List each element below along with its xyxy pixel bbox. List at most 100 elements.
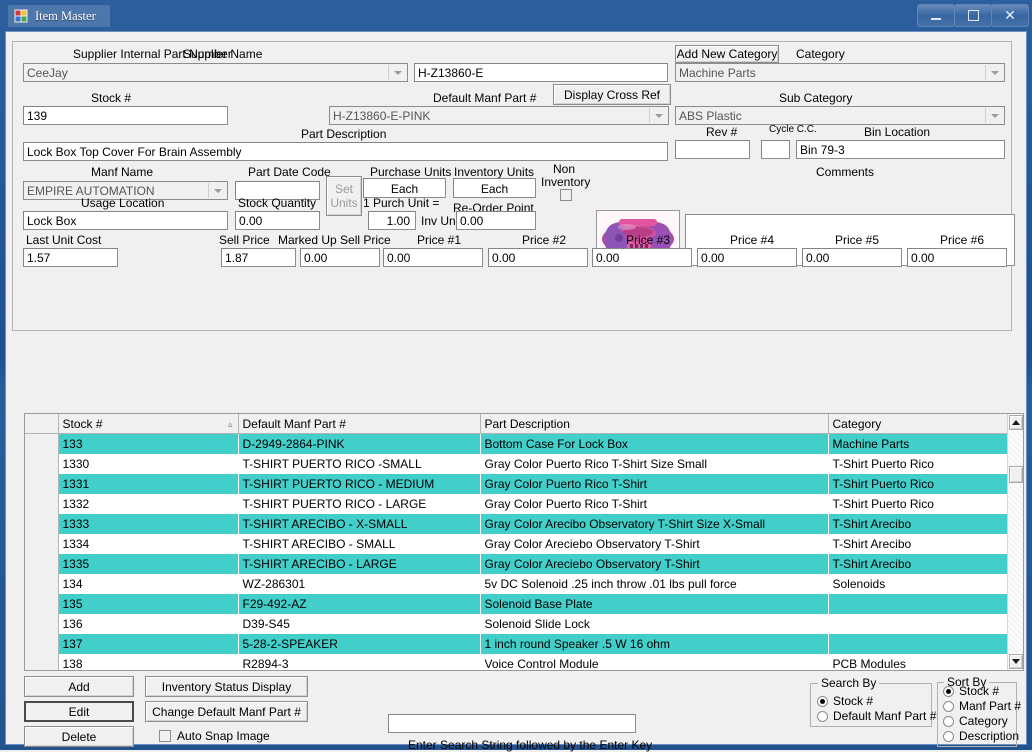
add-button[interactable]: Add (24, 676, 134, 697)
purch-unit-conversion-input[interactable]: 1.00 (368, 211, 416, 230)
price1-input[interactable]: 0.00 (383, 248, 483, 267)
display-cross-ref-button[interactable]: Display Cross Ref (553, 84, 671, 105)
bin-location-value: Bin 79-3 (800, 143, 845, 157)
default-manf-part-number-combo[interactable]: H-Z13860-E-PINK (329, 106, 669, 125)
row-selector-cell[interactable] (25, 574, 58, 594)
edit-button[interactable]: Edit (24, 701, 134, 722)
column-header-default-manf-part[interactable]: Default Manf Part # (238, 414, 480, 434)
inventory-units-input[interactable]: Each (453, 178, 536, 198)
purchase-units-input[interactable]: Each (363, 178, 446, 198)
table-row[interactable]: 1331T-SHIRT PUERTO RICO - MEDIUMGray Col… (25, 474, 1008, 494)
row-selector-cell[interactable] (25, 634, 58, 654)
row-selector-cell[interactable] (25, 494, 58, 514)
cell-default-manf-part: F29-492-AZ (238, 594, 480, 614)
price3-input[interactable]: 0.00 (592, 248, 692, 267)
cell-stock-number: 136 (58, 614, 238, 634)
table-row[interactable]: 1333T-SHIRT ARECIBO - X-SMALLGray Color … (25, 514, 1008, 534)
sort-by-description-radio[interactable] (943, 731, 954, 742)
row-selector-cell[interactable] (25, 434, 58, 455)
bin-location-input[interactable]: Bin 79-3 (796, 140, 1005, 159)
part-description-input[interactable]: Lock Box Top Cover For Brain Assembly (23, 142, 668, 161)
table-row[interactable]: 1332T-SHIRT PUERTO RICO - LARGEGray Colo… (25, 494, 1008, 514)
close-button[interactable]: ✕ (991, 4, 1029, 27)
reorder-point-input[interactable]: 0.00 (456, 211, 536, 230)
table-row[interactable]: 138R2894-3Voice Control ModulePCB Module… (25, 654, 1008, 671)
price4-input[interactable]: 0.00 (697, 248, 797, 267)
sort-by-description-label: Description (959, 729, 1019, 743)
table-row[interactable]: 1335T-SHIRT ARECIBO - LARGEGray Color Ar… (25, 554, 1008, 574)
table-row[interactable]: 136D39-S45Solenoid Slide Lock (25, 614, 1008, 634)
scroll-down-button[interactable] (1009, 654, 1023, 669)
change-default-manf-part-button[interactable]: Change Default Manf Part # (145, 701, 308, 722)
category-combo[interactable]: Machine Parts (675, 63, 1005, 82)
price6-input[interactable]: 0.00 (907, 248, 1007, 267)
set-units-button[interactable]: Set Units (326, 176, 362, 216)
sell-price-value: 1.87 (225, 251, 248, 265)
chevron-down-icon[interactable] (208, 183, 226, 198)
row-selector-cell[interactable] (25, 474, 58, 494)
price4-label: Price #4 (730, 233, 774, 247)
price2-input[interactable]: 0.00 (488, 248, 588, 267)
search-input[interactable] (388, 714, 636, 733)
table-row[interactable]: 1334T-SHIRT ARECIBO - SMALLGray Color Ar… (25, 534, 1008, 554)
search-by-stock-number-radio[interactable] (817, 696, 828, 707)
chevron-down-icon[interactable] (985, 65, 1003, 80)
cell-stock-number: 1334 (58, 534, 238, 554)
scrollbar-track[interactable] (1008, 431, 1023, 653)
inventory-status-display-button[interactable]: Inventory Status Display (145, 676, 308, 697)
sort-by-manf-part-radio[interactable] (943, 701, 954, 712)
sort-ascending-icon: ▵ (228, 419, 233, 430)
minimize-button[interactable] (917, 4, 955, 27)
scroll-up-button[interactable] (1009, 415, 1023, 430)
chevron-down-icon[interactable] (388, 65, 406, 80)
column-header-part-description[interactable]: Part Description (480, 414, 828, 434)
item-data-grid[interactable]: Stock # ▵ Default Manf Part # Part Descr… (24, 413, 1024, 671)
auto-snap-image-checkbox[interactable] (159, 730, 171, 742)
table-row[interactable]: 135F29-492-AZSolenoid Base Plate (25, 594, 1008, 614)
chevron-down-icon[interactable] (649, 108, 667, 123)
add-button-label: Add (68, 680, 89, 694)
stock-number-input[interactable]: 139 (23, 106, 228, 125)
supplier-internal-part-number-label: Supplier Internal Part Number (73, 47, 232, 61)
row-selector-cell[interactable] (25, 454, 58, 474)
sell-price-input[interactable]: 1.87 (221, 248, 296, 267)
maximize-button[interactable] (954, 4, 992, 27)
cycle-cc-input[interactable] (761, 140, 790, 159)
stock-quantity-input[interactable]: 0.00 (235, 211, 320, 230)
add-new-category-button[interactable]: Add New Category (675, 45, 779, 63)
chevron-down-icon[interactable] (985, 108, 1003, 123)
row-selector-cell[interactable] (25, 534, 58, 554)
row-selector-cell[interactable] (25, 654, 58, 671)
row-selector-cell[interactable] (25, 514, 58, 534)
row-selector-cell[interactable] (25, 594, 58, 614)
supplier-name-combo[interactable]: CeeJay (23, 63, 408, 82)
search-by-default-manf-part-radio[interactable] (817, 711, 828, 722)
column-header-stock-number[interactable]: Stock # ▵ (58, 414, 238, 434)
item-table: Stock # ▵ Default Manf Part # Part Descr… (25, 414, 1009, 671)
sort-by-category-radio[interactable] (943, 716, 954, 727)
table-row[interactable]: 1330T-SHIRT PUERTO RICO -SMALLGray Color… (25, 454, 1008, 474)
table-row[interactable]: 1375-28-2-SPEAKER1 inch round Speaker .5… (25, 634, 1008, 654)
bottom-toolbar: Add Edit Delete Inventory Status Display… (12, 673, 1012, 739)
price5-input[interactable]: 0.00 (802, 248, 902, 267)
cycle-cc-label: Cycle C.C. (769, 124, 817, 135)
non-inventory-checkbox[interactable] (560, 189, 572, 201)
minimize-icon (931, 18, 941, 20)
marked-up-sell-price-input[interactable]: 0.00 (300, 248, 380, 267)
rev-number-input[interactable] (675, 140, 750, 159)
table-row[interactable]: 134WZ-2863015v DC Solenoid .25 inch thro… (25, 574, 1008, 594)
row-selector-cell[interactable] (25, 554, 58, 574)
sort-by-manf-part-label: Manf Part # (959, 699, 1021, 713)
table-row[interactable]: 133D-2949-2864-PINKBottom Case For Lock … (25, 434, 1008, 455)
usage-location-input[interactable]: Lock Box (23, 211, 228, 230)
close-icon: ✕ (1004, 9, 1016, 23)
sub-category-combo[interactable]: ABS Plastic (675, 106, 1005, 125)
grid-vertical-scrollbar[interactable] (1007, 414, 1023, 670)
sort-by-stock-number-radio[interactable] (943, 686, 954, 697)
last-unit-cost-input[interactable]: 1.57 (23, 248, 118, 267)
supplier-internal-part-number-input[interactable]: H-Z13860-E (414, 63, 668, 82)
scrollbar-thumb[interactable] (1009, 466, 1023, 483)
column-header-category[interactable]: Category (828, 414, 1008, 434)
delete-button[interactable]: Delete (24, 726, 134, 747)
row-selector-cell[interactable] (25, 614, 58, 634)
